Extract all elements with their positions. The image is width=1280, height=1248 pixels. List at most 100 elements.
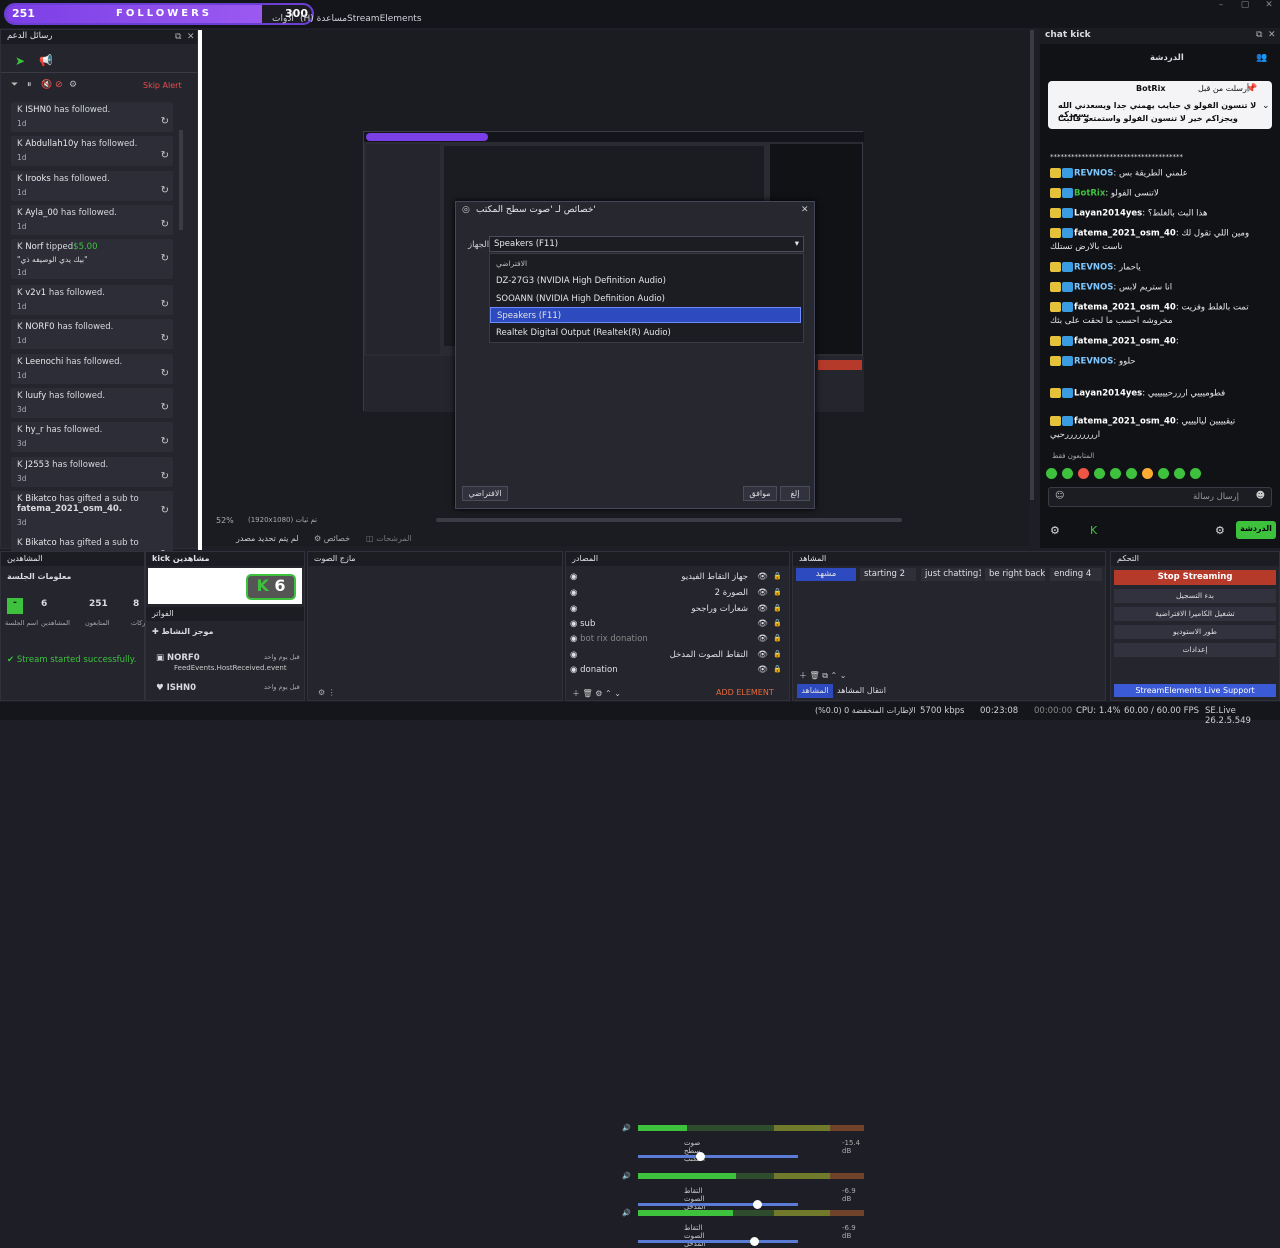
eye-icon[interactable]: 👁 xyxy=(757,634,768,644)
chat-input[interactable]: إرسال رسالة ☻ ☺ xyxy=(1048,487,1272,507)
eye-icon[interactable]: 👁 xyxy=(757,619,768,629)
chat-user[interactable]: REVNOS xyxy=(1074,357,1113,367)
settings-button[interactable]: إعدادات xyxy=(1114,643,1276,657)
alert-item[interactable]: K ISHN0 has followed. 1d ↻ xyxy=(11,102,173,132)
eye-icon[interactable]: 👁 xyxy=(757,665,768,675)
source-item[interactable]: ◉ التقاط الصوت المدخل 👁 🔒 xyxy=(570,650,782,660)
replay-icon[interactable]: ↻ xyxy=(161,436,169,447)
volume-slider[interactable] xyxy=(638,1203,798,1206)
emote-bar[interactable] xyxy=(1046,468,1226,481)
scene-item[interactable]: be right back xyxy=(985,568,1045,581)
filters-button[interactable]: ◫ المرشحات xyxy=(366,534,412,543)
chat-user[interactable]: fatema_2021_osm_40 xyxy=(1074,303,1176,313)
support-button[interactable]: StreamElements Live Support xyxy=(1114,684,1276,697)
alert-item[interactable]: K Abdullah10y has followed. 1d ↻ xyxy=(11,136,173,166)
replay-icon[interactable]: ↻ xyxy=(161,505,169,516)
close-dock-icon[interactable]: ✕ xyxy=(187,32,195,42)
volume-slider[interactable] xyxy=(638,1155,798,1158)
replay-icon[interactable]: ↻ xyxy=(161,333,169,344)
replay-icon[interactable]: ↻ xyxy=(161,471,169,482)
tab-transitions[interactable]: انتقال المشاهد xyxy=(837,686,886,695)
float-icon[interactable]: ⧉ xyxy=(175,32,181,42)
chat-user[interactable]: Layan2014yes xyxy=(1074,389,1142,399)
alert-item[interactable]: K Leenochi has followed. 1d ↻ xyxy=(11,354,173,384)
horizontal-scrollbar[interactable] xyxy=(436,518,902,522)
studio-mode-button[interactable]: طور الاستوديو xyxy=(1114,625,1276,639)
defaults-button[interactable]: الافتراضي xyxy=(462,486,508,501)
volume-slider[interactable] xyxy=(638,1240,798,1243)
emoji-icon[interactable]: ☻ xyxy=(1256,491,1265,501)
stop-streaming-button[interactable]: Stop Streaming xyxy=(1114,570,1276,585)
source-item[interactable]: ◉ donation 👁 🔒 xyxy=(570,665,782,675)
eye-icon[interactable]: 👁 xyxy=(757,650,768,660)
alert-item[interactable]: K J2553 has followed. 3d ↻ xyxy=(11,457,173,487)
lock-icon[interactable]: 🔒 xyxy=(773,619,782,627)
lock-icon[interactable]: 🔒 xyxy=(773,650,782,658)
chat-user[interactable]: fatema_2021_osm_40 xyxy=(1074,417,1176,427)
close-icon[interactable]: ✕ xyxy=(1256,0,1280,12)
chat-tab[interactable]: الدردشة xyxy=(1150,53,1184,63)
replay-icon[interactable]: ↻ xyxy=(161,253,169,264)
replay-icon[interactable]: ↻ xyxy=(161,116,169,127)
chat-user[interactable]: fatema_2021_osm_40 xyxy=(1074,337,1176,347)
device-option[interactable]: Realtek Digital Output (Realtek(R) Audio… xyxy=(490,325,801,341)
source-item[interactable]: ◉ الصورة 2 👁 🔒 xyxy=(570,588,782,598)
chat-float-icon[interactable]: ⧉ xyxy=(1256,30,1262,40)
add-element-button[interactable]: ADD ELEMENT xyxy=(716,688,786,700)
source-item[interactable]: ◉ جهاز التقاط الفيديو 👁 🔒 xyxy=(570,572,782,582)
mute-icon[interactable]: 🔇 xyxy=(41,80,52,90)
eye-icon[interactable]: 👁 xyxy=(757,588,768,598)
block-icon[interactable]: ⊘ xyxy=(55,80,63,90)
alert-item[interactable]: K Irooks has followed. 1d ↻ xyxy=(11,171,173,201)
smile-icon[interactable]: ☺ xyxy=(1055,491,1064,501)
lock-icon[interactable]: 🔒 xyxy=(773,665,782,673)
chat-user[interactable]: Layan2014yes xyxy=(1074,209,1142,219)
pause-icon[interactable]: ⏸ xyxy=(27,80,32,90)
eye-icon[interactable]: 👁 xyxy=(757,572,768,582)
chat-user[interactable]: fatema_2021_osm_40 xyxy=(1074,229,1176,239)
scene-item[interactable]: just chatting1 xyxy=(921,568,981,581)
virtual-camera-button[interactable]: تشغيل الكاميرا الافتراضية xyxy=(1114,607,1276,621)
lock-icon[interactable]: 🔒 xyxy=(773,588,782,596)
device-option[interactable]: SOOANN (NVIDIA High Definition Audio) xyxy=(490,291,801,307)
speaker-icon[interactable]: 🔊 xyxy=(622,1172,631,1180)
alert-item[interactable]: K NORF0 has followed. 1d ↻ xyxy=(11,319,173,349)
replay-icon[interactable]: ↻ xyxy=(161,299,169,310)
device-option[interactable]: Speakers (F11) xyxy=(490,307,801,323)
volume-knob[interactable] xyxy=(750,1237,759,1246)
chat-user[interactable]: BotRix xyxy=(1074,189,1105,199)
lock-icon[interactable]: 🔒 xyxy=(773,572,782,580)
alert-item[interactable]: K Bikatco has gifted a sub to fatema_2021… xyxy=(11,491,173,535)
megaphone-icon[interactable]: 📢 xyxy=(39,54,53,67)
dialog-close-icon[interactable]: ✕ xyxy=(801,205,809,215)
mixer-settings-icon[interactable]: ⚙ ⋮ xyxy=(318,688,336,697)
chat-user[interactable]: REVNOS xyxy=(1074,283,1113,293)
source-item[interactable]: ◉ sub 👁 🔒 xyxy=(570,619,782,629)
pin-icon[interactable]: 📌 xyxy=(1246,84,1257,94)
settings-cog-icon[interactable]: ⚙ xyxy=(1050,524,1060,537)
tab-scenes[interactable]: المشاهد xyxy=(797,684,833,698)
device-select[interactable]: Speakers (F11) ▾ xyxy=(489,236,804,252)
alert-item[interactable]: K luufy has followed. 3d ↻ xyxy=(11,388,173,418)
start-recording-button[interactable]: بدء التسجيل xyxy=(1114,589,1276,603)
source-item[interactable]: ◉ bot rix donation 👁 🔒 xyxy=(570,634,782,644)
lock-icon[interactable]: 🔒 xyxy=(773,604,782,612)
chat-user[interactable]: REVNOS xyxy=(1074,169,1113,179)
alert-item[interactable]: K v2v1 has followed. 1d ↻ xyxy=(11,285,173,315)
chat-user[interactable]: REVNOS xyxy=(1074,263,1113,273)
replay-icon[interactable]: ↻ xyxy=(161,185,169,196)
replay-icon[interactable]: ↻ xyxy=(161,150,169,161)
scene-item[interactable]: starting 2 xyxy=(860,568,916,581)
replay-icon[interactable]: ↻ xyxy=(161,402,169,413)
menu-tools[interactable]: أدوات xyxy=(272,14,294,24)
lock-icon[interactable]: 🔒 xyxy=(773,634,782,642)
device-option[interactable]: DZ-27G3 (NVIDIA High Definition Audio) xyxy=(490,273,801,289)
send-icon[interactable]: ➤ xyxy=(15,54,25,68)
menu-help[interactable]: (H) مساعدة xyxy=(300,14,347,24)
chat-send-button[interactable]: الدردشة xyxy=(1236,521,1276,539)
scene-toolbar[interactable]: ＋ 🗑 ⧉ ⌃ ⌄ xyxy=(799,670,846,681)
volume-knob[interactable] xyxy=(695,1152,705,1161)
vertical-scrollbar[interactable] xyxy=(1030,30,1034,500)
users-icon[interactable]: 👥 xyxy=(1256,53,1267,63)
alert-item[interactable]: K hy_r has followed. 3d ↻ xyxy=(11,422,173,452)
